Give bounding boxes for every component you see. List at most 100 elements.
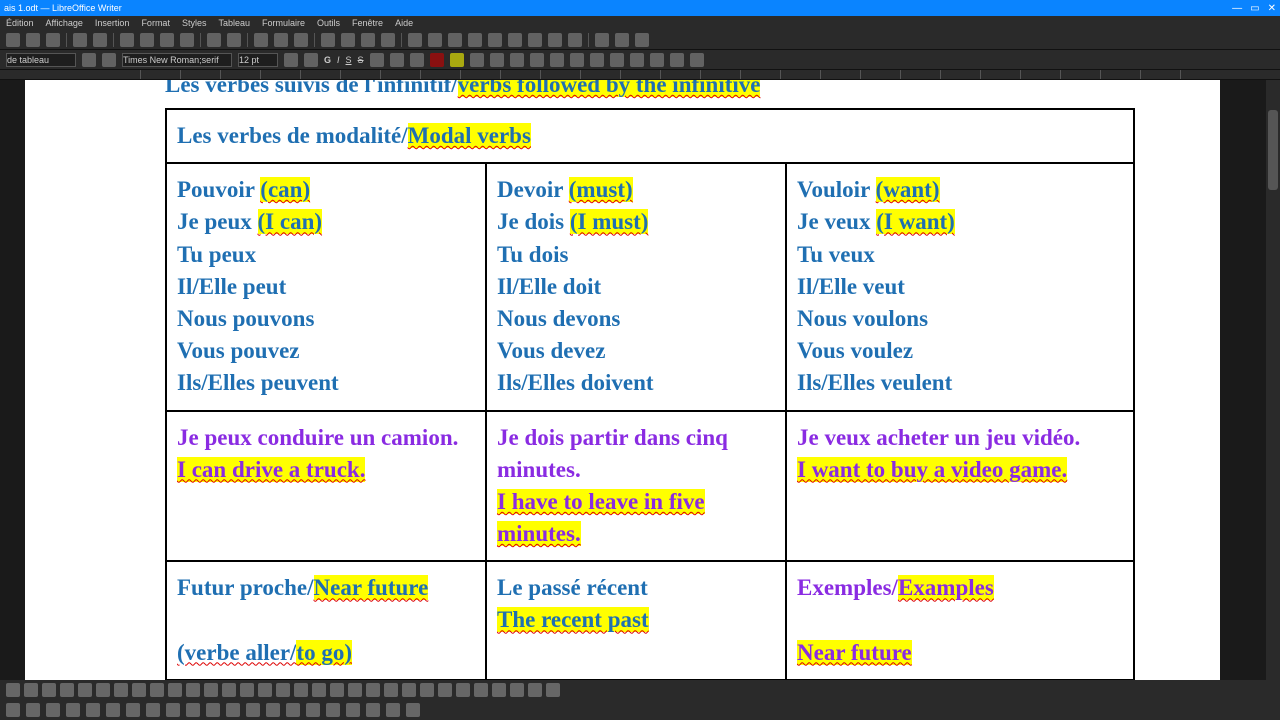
shrink-font-icon[interactable] bbox=[304, 53, 318, 67]
menu-aide[interactable]: Aide bbox=[395, 18, 413, 28]
polyline-icon[interactable] bbox=[86, 703, 100, 717]
table-properties-icon[interactable] bbox=[546, 683, 560, 697]
footnote-icon[interactable] bbox=[488, 33, 502, 47]
document-page[interactable]: Les verbes suivis de l'infinitif/verbs f… bbox=[25, 80, 1220, 680]
sum-icon[interactable] bbox=[510, 683, 524, 697]
ellipse-icon[interactable] bbox=[166, 703, 180, 717]
bookmark-icon[interactable] bbox=[508, 33, 522, 47]
menu-insertion[interactable]: Insertion bbox=[95, 18, 130, 28]
comment-icon[interactable] bbox=[548, 33, 562, 47]
image-icon[interactable] bbox=[341, 33, 355, 47]
protect-icon[interactable] bbox=[474, 683, 488, 697]
superscript-icon[interactable] bbox=[370, 53, 384, 67]
textbox-icon[interactable] bbox=[381, 33, 395, 47]
copy-icon[interactable] bbox=[140, 33, 154, 47]
updatestyle-icon[interactable] bbox=[82, 53, 96, 67]
menu-styles[interactable]: Styles bbox=[182, 18, 207, 28]
scrollbar-thumb[interactable] bbox=[1268, 110, 1278, 190]
trackchanges-icon[interactable] bbox=[568, 33, 582, 47]
spellcheck-icon[interactable] bbox=[274, 33, 288, 47]
block-arrows-icon[interactable] bbox=[286, 703, 300, 717]
italic-button[interactable]: I bbox=[337, 55, 340, 65]
horizontal-ruler[interactable] bbox=[0, 70, 1280, 80]
align-right-icon[interactable] bbox=[510, 53, 524, 67]
menu-formulaire[interactable]: Formulaire bbox=[262, 18, 305, 28]
select-icon[interactable] bbox=[6, 703, 20, 717]
table-delete-col-icon[interactable] bbox=[96, 683, 110, 697]
table-insert-col-right-icon[interactable] bbox=[60, 683, 74, 697]
callouts-icon[interactable] bbox=[326, 703, 340, 717]
bullets-icon[interactable] bbox=[550, 53, 564, 67]
stars-icon[interactable] bbox=[306, 703, 320, 717]
freeform-icon[interactable] bbox=[66, 703, 80, 717]
decrease-indent-icon[interactable] bbox=[630, 53, 644, 67]
numberformat-currency-icon[interactable] bbox=[366, 683, 380, 697]
subscript-icon[interactable] bbox=[390, 53, 404, 67]
strike-button[interactable]: S bbox=[358, 55, 364, 65]
highlight-icon[interactable] bbox=[450, 53, 464, 67]
table-delete-icon[interactable] bbox=[114, 683, 128, 697]
square-icon[interactable] bbox=[146, 703, 160, 717]
paraspacing-up-icon[interactable] bbox=[670, 53, 684, 67]
table-insert-row-below-icon[interactable] bbox=[24, 683, 38, 697]
formula-icon[interactable] bbox=[528, 683, 542, 697]
table-align-center-icon[interactable] bbox=[240, 683, 254, 697]
table-select-cell-icon[interactable] bbox=[132, 683, 146, 697]
rounded-rect-icon[interactable] bbox=[126, 703, 140, 717]
drawfunctions-icon[interactable] bbox=[635, 33, 649, 47]
text-box-icon[interactable] bbox=[366, 703, 380, 717]
menu-edition[interactable]: Édition bbox=[6, 18, 34, 28]
menu-format[interactable]: Format bbox=[141, 18, 170, 28]
table-split-icon[interactable] bbox=[186, 683, 200, 697]
export-pdf-icon[interactable] bbox=[73, 33, 87, 47]
flowchart-icon[interactable] bbox=[346, 703, 360, 717]
table-merge-icon[interactable] bbox=[168, 683, 182, 697]
hyperlink-icon[interactable] bbox=[468, 33, 482, 47]
table-borderstyle-icon[interactable] bbox=[330, 683, 344, 697]
font-size-select[interactable] bbox=[238, 53, 278, 67]
increase-indent-icon[interactable] bbox=[610, 53, 624, 67]
table-align-top-icon[interactable] bbox=[222, 683, 236, 697]
line-icon[interactable] bbox=[595, 33, 609, 47]
print-icon[interactable] bbox=[93, 33, 107, 47]
line2-icon[interactable] bbox=[26, 703, 40, 717]
caption-icon[interactable] bbox=[438, 683, 452, 697]
maximize-icon[interactable]: ▭ bbox=[1250, 3, 1259, 14]
table-bordercolor-icon[interactable] bbox=[348, 683, 362, 697]
curve-icon[interactable] bbox=[46, 703, 60, 717]
paste-icon[interactable] bbox=[160, 33, 174, 47]
menu-tableau[interactable]: Tableau bbox=[218, 18, 250, 28]
unprotect-icon[interactable] bbox=[492, 683, 506, 697]
table-insert-row-above-icon[interactable] bbox=[6, 683, 20, 697]
align-left-icon[interactable] bbox=[470, 53, 484, 67]
specialchar-icon[interactable] bbox=[448, 33, 462, 47]
triangle-icon[interactable] bbox=[206, 703, 220, 717]
numberformat-decimal-icon[interactable] bbox=[402, 683, 416, 697]
align-justify-icon[interactable] bbox=[530, 53, 544, 67]
table-select-table-icon[interactable] bbox=[150, 683, 164, 697]
basic-shapes-icon[interactable] bbox=[246, 703, 260, 717]
symbol-shapes-icon[interactable] bbox=[266, 703, 280, 717]
numberformat-icon[interactable] bbox=[420, 683, 434, 697]
newstyle-icon[interactable] bbox=[102, 53, 116, 67]
right-triangle-icon[interactable] bbox=[226, 703, 240, 717]
table-bgcolor-icon[interactable] bbox=[276, 683, 290, 697]
close-icon[interactable]: ✕ bbox=[1268, 3, 1276, 14]
vertical-scrollbar[interactable] bbox=[1266, 80, 1280, 680]
open-icon[interactable] bbox=[26, 33, 40, 47]
circle-icon[interactable] bbox=[186, 703, 200, 717]
underline-button[interactable]: S bbox=[346, 55, 352, 65]
table-insert-col-left-icon[interactable] bbox=[42, 683, 56, 697]
find-icon[interactable] bbox=[254, 33, 268, 47]
rectangle-icon[interactable] bbox=[106, 703, 120, 717]
nonprinting-icon[interactable] bbox=[294, 33, 308, 47]
clone-format-icon[interactable] bbox=[180, 33, 194, 47]
crossref-icon[interactable] bbox=[528, 33, 542, 47]
extrusion-icon[interactable] bbox=[406, 703, 420, 717]
numberformat-percent-icon[interactable] bbox=[384, 683, 398, 697]
field-icon[interactable] bbox=[428, 33, 442, 47]
table-autoformat-icon[interactable] bbox=[294, 683, 308, 697]
menu-affichage[interactable]: Affichage bbox=[46, 18, 83, 28]
font-name-select[interactable] bbox=[122, 53, 232, 67]
table-borders-icon[interactable] bbox=[312, 683, 326, 697]
